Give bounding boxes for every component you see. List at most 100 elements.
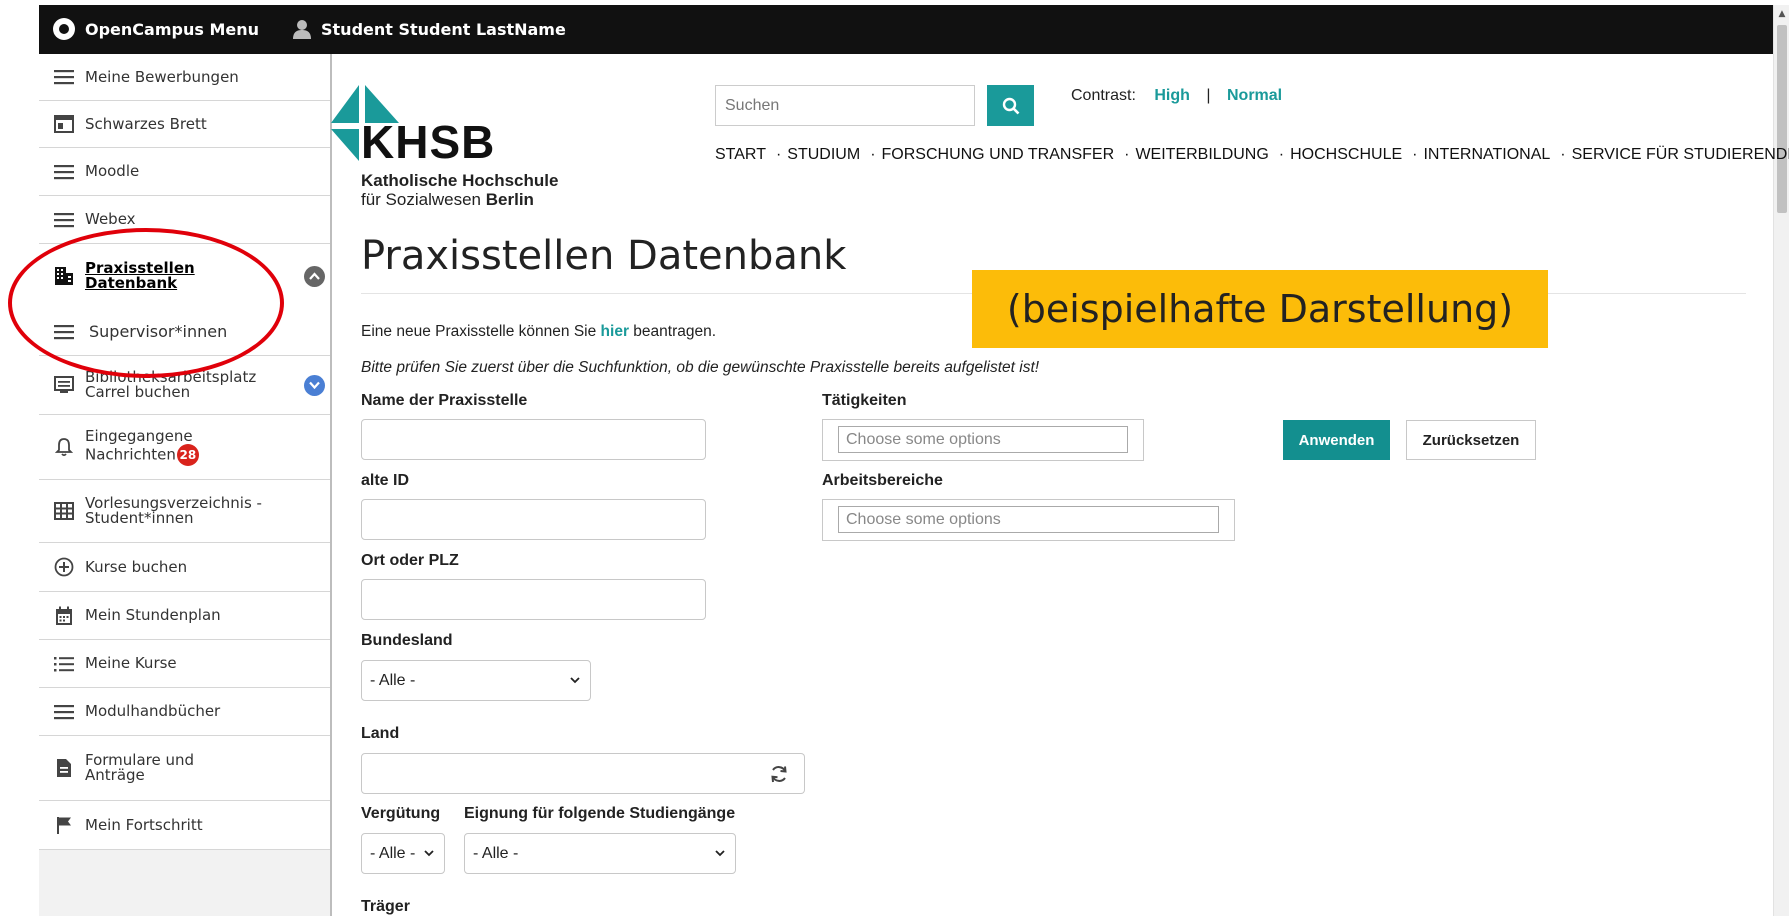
provider-label: Träger bbox=[361, 898, 410, 915]
sidebar-item-kurse-buchen[interactable]: Kurse buchen bbox=[39, 543, 330, 592]
chevron-up-icon[interactable] bbox=[304, 265, 325, 287]
country-label: Land bbox=[361, 725, 400, 742]
sidebar-item-label: Mein Fortschritt bbox=[85, 815, 203, 834]
main-navigation: START · STUDIUM · FORSCHUNG UND TRANSFER… bbox=[715, 146, 1789, 164]
calendar-icon bbox=[53, 605, 75, 627]
user-menu[interactable]: Student Student LastName bbox=[291, 18, 566, 40]
nav-studium[interactable]: STUDIUM bbox=[787, 146, 860, 164]
sidebar-item-label: Moodle bbox=[85, 162, 140, 180]
old-id-input[interactable] bbox=[361, 499, 706, 540]
activities-placeholder: Choose some options bbox=[838, 426, 1128, 453]
sidebar-item-label: Kurse buchen bbox=[85, 557, 188, 576]
work-areas-placeholder: Choose some options bbox=[838, 506, 1219, 533]
sidebar-item-label: Formulare und Anträge bbox=[85, 751, 195, 784]
city-zip-label: Ort oder PLZ bbox=[361, 552, 459, 569]
nav-separator: · bbox=[1412, 146, 1418, 163]
nav-service-fuer-studierende[interactable]: SERVICE FÜR STUDIERENDE bbox=[1572, 146, 1789, 164]
sidebar-item-supervisor-innen[interactable]: Supervisor*innen bbox=[39, 308, 330, 356]
reset-button[interactable]: Zurücksetzen bbox=[1406, 420, 1536, 460]
list-icon bbox=[53, 653, 75, 675]
bell-icon bbox=[53, 436, 75, 458]
nav-separator: · bbox=[1560, 146, 1566, 163]
sidebar-item-modulhandbuecher[interactable]: Modulhandbücher bbox=[39, 688, 330, 736]
hamburger-icon bbox=[53, 161, 75, 183]
sidebar-item-moodle[interactable]: Moodle bbox=[39, 148, 330, 196]
work-areas-multiselect[interactable]: Choose some options bbox=[822, 499, 1235, 541]
sidebar-item-label: Eingegangene Nachrichten 28 bbox=[85, 428, 205, 466]
compensation-select-value: - Alle - bbox=[370, 844, 416, 862]
example-banner: (beispielhafte Darstellung) bbox=[972, 270, 1548, 348]
country-refresh-button[interactable] bbox=[753, 753, 805, 794]
name-input[interactable] bbox=[361, 419, 706, 460]
logo-line1: Katholische Hochschule bbox=[361, 171, 559, 190]
nav-hochschule[interactable]: HOCHSCHULE bbox=[1290, 146, 1402, 164]
state-select[interactable]: - Alle - bbox=[361, 660, 591, 701]
refresh-icon bbox=[770, 765, 787, 782]
state-label: Bundesland bbox=[361, 632, 453, 649]
nav-separator: · bbox=[870, 146, 876, 163]
logo-abbreviation: KHSB bbox=[361, 116, 496, 168]
activities-multiselect[interactable]: Choose some options bbox=[822, 419, 1144, 461]
sidebar-item-meine-kurse[interactable]: Meine Kurse bbox=[39, 640, 330, 688]
compensation-select[interactable]: - Alle - bbox=[361, 833, 445, 874]
request-new-link[interactable]: hier bbox=[601, 323, 629, 340]
contrast-separator: | bbox=[1206, 87, 1211, 104]
user-icon bbox=[291, 18, 313, 40]
document-icon bbox=[53, 757, 75, 779]
opencampus-logo-icon bbox=[53, 18, 75, 40]
sidebar-item-meine-bewerbungen[interactable]: Meine Bewerbungen bbox=[39, 54, 330, 101]
nav-weiterbildung[interactable]: WEITERBILDUNG bbox=[1135, 146, 1268, 164]
sidebar-item-mein-fortschritt[interactable]: Mein Fortschritt bbox=[39, 801, 330, 850]
khsb-logo[interactable]: KHSB Katholische Hochschule für Sozialwe… bbox=[331, 85, 591, 210]
scroll-up-icon[interactable]: ▲ bbox=[1777, 9, 1787, 19]
compensation-label: Vergütung bbox=[361, 805, 441, 822]
sidebar-item-vorlesungsverzeichnis[interactable]: Vorlesungsverzeichnis - Student*innen bbox=[39, 480, 330, 543]
top-bar: OpenCampus Menu Student Student LastName bbox=[39, 5, 1773, 54]
hamburger-icon bbox=[53, 321, 75, 343]
nav-start[interactable]: START bbox=[715, 146, 766, 164]
city-zip-input[interactable] bbox=[361, 579, 706, 620]
sidebar-item-label: Vorlesungsverzeichnis - Student*innen bbox=[85, 494, 262, 527]
sidebar-item-label: Praxisstellen Datenbank bbox=[85, 259, 195, 292]
search-input[interactable] bbox=[715, 85, 975, 126]
intro-prefix: Eine neue Praxisstelle können Sie bbox=[361, 323, 597, 340]
sidebar-item-label: Modulhandbücher bbox=[85, 702, 221, 720]
board-icon bbox=[53, 113, 75, 135]
search-hint: Bitte prüfen Sie zuerst über die Suchfun… bbox=[361, 359, 1040, 376]
contrast-switcher: Contrast: High | Normal bbox=[1071, 87, 1282, 105]
opencampus-menu-label: OpenCampus Menu bbox=[85, 19, 259, 39]
old-id-label: alte ID bbox=[361, 472, 410, 489]
user-name: Student Student LastName bbox=[321, 19, 566, 39]
sidebar-item-formulare-und-antraege[interactable]: Formulare und Anträge bbox=[39, 736, 330, 801]
contrast-normal-link[interactable]: Normal bbox=[1227, 87, 1282, 104]
sidebar-item-schwarzes-brett[interactable]: Schwarzes Brett bbox=[39, 101, 330, 148]
country-input[interactable] bbox=[361, 753, 754, 794]
sidebar-item-label: Mein Stundenplan bbox=[85, 606, 221, 624]
nav-international[interactable]: INTERNATIONAL bbox=[1423, 146, 1550, 164]
page-scrollbar[interactable]: ▲ bbox=[1773, 5, 1789, 916]
chevron-down-icon[interactable] bbox=[304, 374, 325, 396]
study-programs-select-value: - Alle - bbox=[473, 844, 519, 862]
sidebar-item-praxisstellen-datenbank[interactable]: Praxisstellen Datenbank bbox=[39, 244, 330, 308]
study-programs-select[interactable]: - Alle - bbox=[464, 833, 736, 874]
sidebar-item-bibliotheksarbeitsplatz[interactable]: Bibliotheksarbeitsplatz Carrel buchen bbox=[39, 356, 330, 415]
sidebar-item-label: Supervisor*innen bbox=[89, 322, 228, 341]
nav-forschung-und-transfer[interactable]: FORSCHUNG UND TRANSFER bbox=[882, 146, 1115, 164]
apply-button[interactable]: Anwenden bbox=[1283, 420, 1390, 460]
chevron-down-icon bbox=[715, 850, 725, 857]
sidebar-item-webex[interactable]: Webex bbox=[39, 196, 330, 244]
search-button[interactable] bbox=[987, 85, 1034, 126]
hamburger-icon bbox=[53, 66, 75, 88]
sidebar-item-label: Bibliotheksarbeitsplatz Carrel buchen bbox=[85, 368, 257, 401]
sidebar: Meine Bewerbungen Schwarzes Brett Moodle… bbox=[39, 54, 332, 916]
flag-icon bbox=[53, 814, 75, 836]
study-programs-label: Eignung für folgende Studiengänge bbox=[464, 805, 736, 822]
chevron-down-icon bbox=[570, 677, 580, 684]
sidebar-item-mein-stundenplan[interactable]: Mein Stundenplan bbox=[39, 592, 330, 640]
plus-circle-icon bbox=[53, 556, 75, 578]
logo-line2-bold: Berlin bbox=[485, 190, 534, 209]
opencampus-menu-button[interactable]: OpenCampus Menu bbox=[53, 18, 259, 40]
scrollbar-thumb[interactable] bbox=[1777, 25, 1787, 213]
contrast-high-link[interactable]: High bbox=[1154, 87, 1190, 104]
sidebar-item-eingegangene-nachrichten[interactable]: Eingegangene Nachrichten 28 bbox=[39, 415, 330, 480]
